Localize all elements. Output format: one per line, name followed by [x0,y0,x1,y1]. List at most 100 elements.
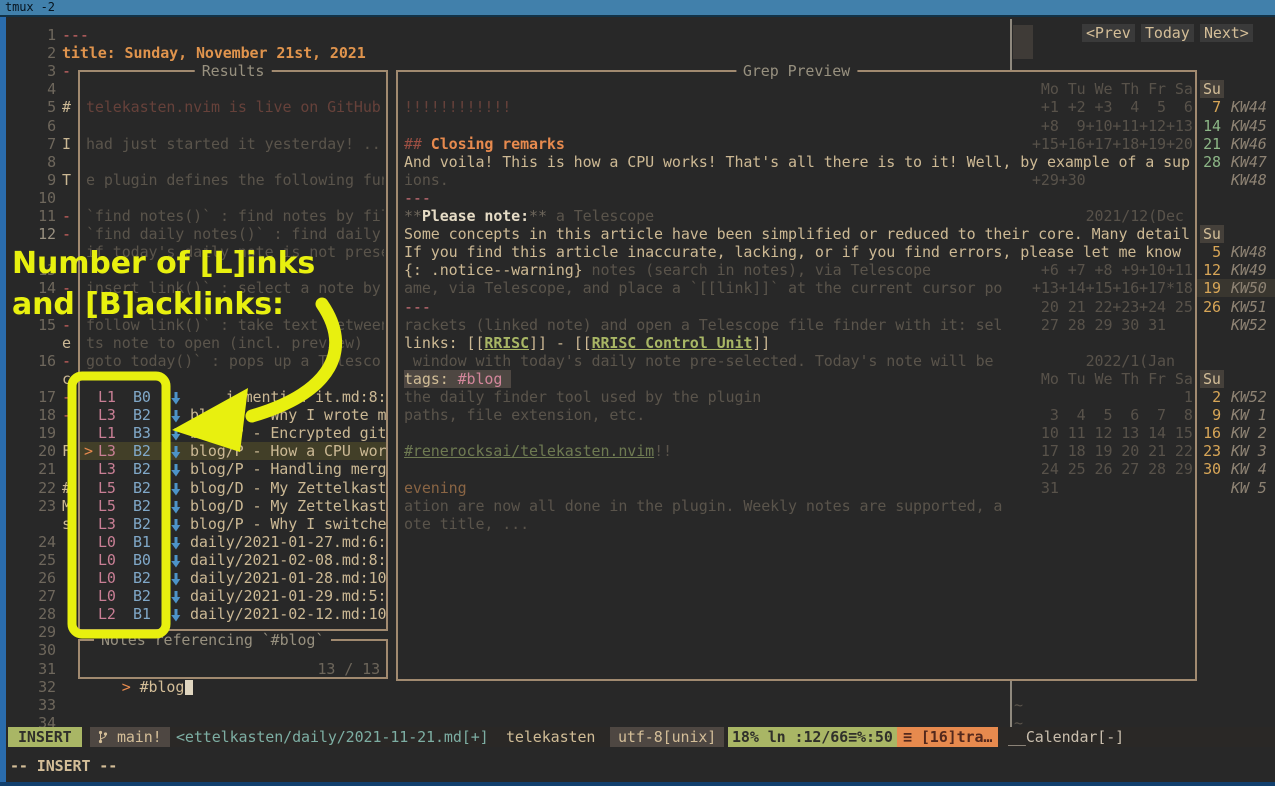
result-row[interactable]: L3B2blog/P - Why I switche [80,515,386,533]
calendar-day[interactable]: 7 [1200,98,1221,116]
result-row[interactable]: L1B0 i mention it.md:8: [80,388,386,406]
preview-line: links: [[RRISC]] - [[RRISC Control Unit]… [404,334,1192,352]
results-window-title: Results [195,62,272,80]
links-badge: L2 [98,605,116,623]
preview-text-segment: ## [404,135,431,153]
calendar-day[interactable]: 30 [1200,460,1221,478]
sunday-column-label: Su [1200,80,1224,98]
preview-line: !!!!!!!!!!!! [404,98,1192,116]
prompt-input[interactable]: > #blog [86,660,276,678]
result-row[interactable]: >L3B2blog/P - How a CPU wor [80,442,386,460]
calendar-week-number: KW51 [1231,298,1267,316]
buffer-badge: ≡ [16]tra… [897,727,998,747]
today-button[interactable]: Today [1141,24,1194,42]
preview-text-segment: Please note: [422,207,529,225]
window-separator-bottom [1010,681,1012,727]
buffer-line: title: Sunday, November 21st, 2021 [62,44,366,62]
result-row[interactable]: L0B0daily/2021-02-08.md:8: [80,551,386,569]
down-arrow-icon [170,572,182,587]
buffer-first-char: - [62,406,71,424]
backlinks-badge: B1 [133,533,151,551]
statusline: INSERT main! <ettelkasten/daily/2021-11-… [6,727,1275,747]
backlinks-badge: B2 [133,479,151,497]
result-row[interactable]: L2B1daily/2021-02-12.md:10 [80,605,386,623]
links-badge: L3 [98,515,116,533]
calendar-day[interactable]: 16 [1200,424,1221,442]
calendar-day[interactable]: 28 [1200,153,1221,171]
preview-text-segment: --- [404,298,431,316]
result-row[interactable]: L3B2blog/P - Handling merg [80,460,386,478]
prev-button[interactable]: <Prev [1082,24,1135,42]
calendar-buffer-name: __Calendar[-] [1008,727,1124,747]
buffer-first-char: M [62,497,71,515]
preview-text-segment: window with today's daily note pre-selec… [404,352,993,370]
calendar-day[interactable]: 26 [1200,298,1221,316]
result-row[interactable]: L0B2daily/2021-01-29.md:5: [80,587,386,605]
backlinks-badge: B3 [133,424,151,442]
calendar-day[interactable]: 21 [1200,135,1221,153]
calendar-day[interactable]: 5 [1200,243,1221,261]
line-number: 4 [26,80,56,98]
preview-text-segment: ote title, ... [404,515,529,533]
preview-line: {: .notice--warning} notes (search in no… [404,261,1192,279]
down-arrow-icon [170,463,182,478]
next-button[interactable]: Next> [1200,24,1253,42]
calendar-week-number: KW48 [1231,243,1267,261]
preview-text-segment: !! [654,442,672,460]
calendar-day[interactable]: 14 [1200,117,1221,135]
text-cursor [185,680,193,695]
line-number: 26 [26,569,56,587]
result-row[interactable]: L0B1daily/2021-01-27.md:6: [80,533,386,551]
selection-caret: > [84,442,93,460]
line-number: 1 [26,26,56,44]
calendar-day[interactable]: 9 [1200,406,1221,424]
calendar-day[interactable]: 2 [1200,388,1221,406]
line-number: 10 [26,189,56,207]
calendar-day[interactable]: 12 [1200,261,1221,279]
sunday-column-label: Su [1200,370,1224,388]
scrollbar-thumb[interactable] [1013,25,1033,59]
buffer-first-char: I [62,135,71,153]
result-row[interactable]: L5B2blog/D - My Zettelkast [80,479,386,497]
buffer-first-char: - [62,207,71,225]
calendar-week-number: KW46 [1231,135,1267,153]
line-number: 15 [26,316,56,334]
git-branch: main! [90,727,170,747]
preview-text-segment: --- [404,189,431,207]
line-number: 20 [26,442,56,460]
result-row[interactable]: L3B2blog/P - Why I wrote m [80,406,386,424]
line-number: 3 [26,62,56,80]
calendar-week-number: KW44 [1231,98,1267,116]
buffer-first-char: T [62,171,71,189]
result-row[interactable]: L5B2blog/D - My Zettelkast [80,497,386,515]
tmux-titlebar: tmux -2 [0,0,1275,17]
left-border [0,17,6,786]
calendar-day[interactable]: 19 [1200,279,1221,297]
line-number: 33 [26,696,56,714]
calendar-day[interactable]: 23 [1200,442,1221,460]
preview-line: the daily finder tool used by the plugin [404,388,1192,406]
buffer-first-char: - [62,279,71,297]
calendar-sunday-header: Su [1200,370,1224,388]
result-row[interactable]: L0B2daily/2021-01-28.md:10 [80,569,386,587]
result-row[interactable]: L1B3blog/P - Encrypted git [80,424,386,442]
down-arrow-icon [170,590,182,605]
links-badge: L5 [98,479,116,497]
line-number: 11 [26,207,56,225]
buffer-first-char: s [62,515,71,533]
preview-text-segment: the daily finder tool used by the plugin [404,388,761,406]
preview-line: evening [404,479,1192,497]
line-number: 13 [26,261,56,279]
calendar-week-number: KW52 [1231,316,1267,334]
backlinks-badge: B1 [133,605,151,623]
preview-line: --- [404,298,1192,316]
result-text: blog/P - How a CPU wor [190,442,386,460]
preview-text-segment: tags: [404,370,458,388]
result-text: daily/2021-01-27.md:6: [190,533,386,551]
preview-line: If you find this article inaccurate, lac… [404,243,1192,261]
links-badge: L0 [98,569,116,587]
preview-text-segment: !!!!!!!!!!!! [404,98,511,116]
down-arrow-icon [170,608,182,623]
down-arrow-icon [170,536,182,551]
line-number: 18 [26,406,56,424]
